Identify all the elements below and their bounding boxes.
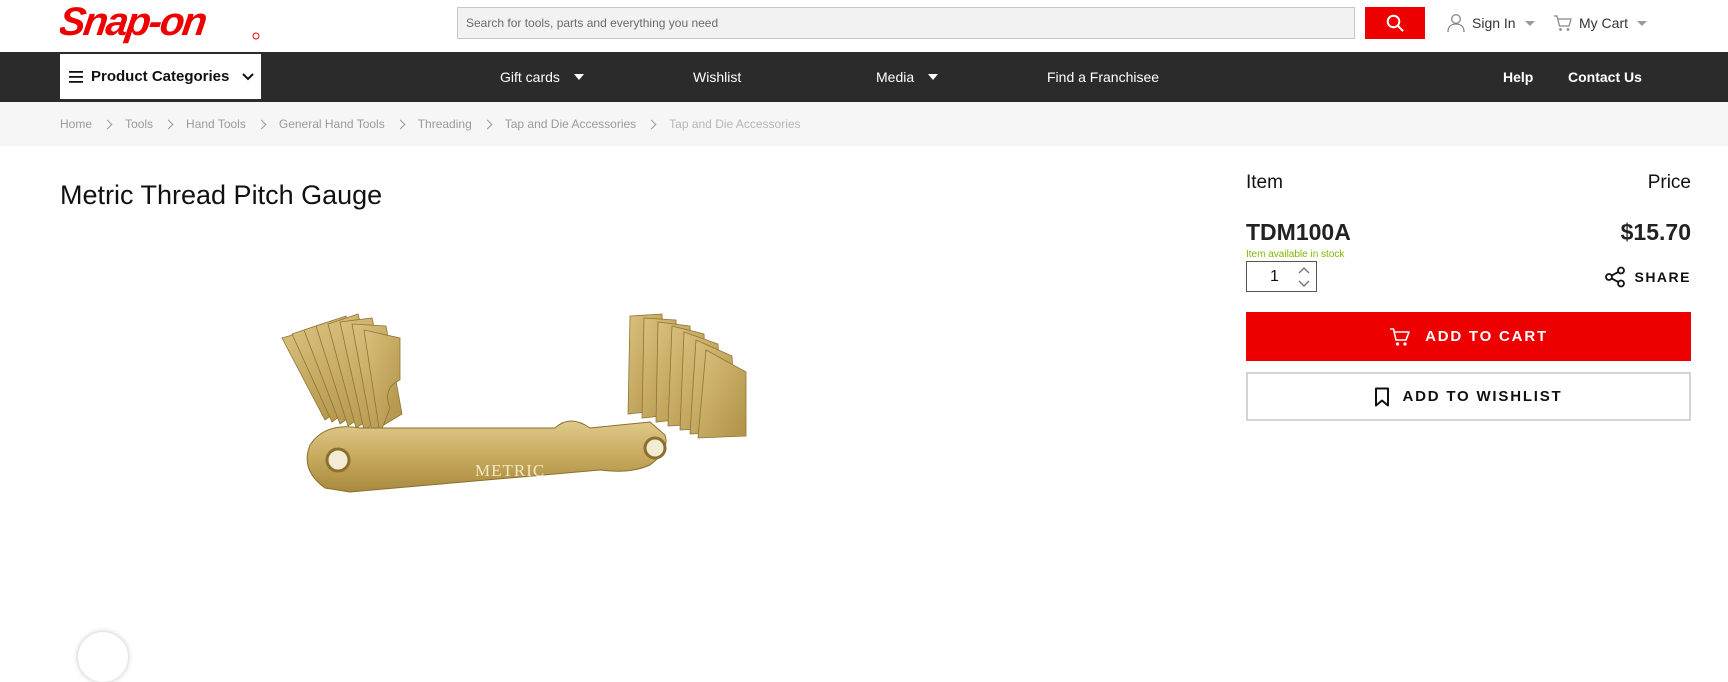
search-button[interactable]	[1365, 7, 1425, 39]
product-categories-label: Product Categories	[91, 68, 230, 85]
chevron-right-icon	[646, 119, 657, 129]
my-cart-menu[interactable]: My Cart	[1553, 12, 1647, 34]
chevron-right-icon	[256, 119, 267, 129]
breadcrumb-home[interactable]: Home	[60, 117, 92, 131]
cart-icon	[1390, 327, 1410, 346]
nav-gift-cards[interactable]: Gift cards	[500, 52, 584, 102]
logo-wordmark-icon: Snap-on	[56, 0, 260, 44]
thread-gauge-image: METRIC	[281, 313, 747, 493]
cart-label: My Cart	[1579, 15, 1628, 31]
breadcrumb-bar: Home Tools Hand Tools General Hand Tools…	[0, 102, 1728, 146]
nav-contact-us-label: Contact Us	[1568, 69, 1642, 85]
product-price: $15.70	[1620, 219, 1691, 245]
nav-media-label: Media	[876, 69, 915, 85]
image-nav-circle-button[interactable]	[78, 632, 128, 682]
hamburger-icon	[69, 70, 83, 83]
breadcrumb-general-hand-tools[interactable]: General Hand Tools	[279, 117, 385, 131]
sign-in-label: Sign In	[1472, 15, 1516, 31]
stock-status: Item available in stock	[1246, 249, 1345, 260]
snap-on-logo[interactable]: Snap-on	[56, 0, 262, 44]
nav-find-franchisee[interactable]: Find a Franchisee	[1047, 52, 1159, 102]
nav-help-label: Help	[1503, 69, 1534, 85]
price-label: Price	[1647, 172, 1691, 193]
quantity-value: 1	[1270, 268, 1279, 285]
chevron-down-icon	[573, 74, 584, 80]
item-label: Item	[1246, 172, 1283, 193]
site-header: Snap-on Sign In My Cart	[0, 0, 1728, 52]
main-nav: Product Categories Gift cards Wishlist M…	[0, 52, 1728, 102]
nav-wishlist[interactable]: Wishlist	[693, 52, 741, 102]
chevron-right-icon	[482, 119, 493, 129]
breadcrumb-current: Tap and Die Accessories	[669, 117, 801, 131]
chevron-down-icon	[928, 74, 939, 80]
stepper-arrows-icon[interactable]	[1297, 266, 1311, 288]
user-icon	[1447, 14, 1465, 33]
share-icon	[1605, 266, 1626, 288]
page-title: Metric Thread Pitch Gauge	[60, 180, 383, 210]
share-label: SHARE	[1634, 269, 1691, 285]
search-input[interactable]	[457, 7, 1355, 39]
nav-media[interactable]: Media	[876, 52, 939, 102]
nav-find-franchisee-label: Find a Franchisee	[1047, 69, 1160, 85]
nav-gift-cards-label: Gift cards	[500, 69, 560, 85]
share-button[interactable]: SHARE	[1604, 266, 1691, 288]
nav-wishlist-label: Wishlist	[693, 69, 742, 85]
chevron-right-icon	[163, 119, 174, 129]
chevron-right-icon	[102, 119, 113, 129]
add-to-cart-label: ADD TO CART	[1425, 328, 1548, 345]
chevron-down-icon	[242, 72, 255, 80]
add-to-wishlist-label: ADD TO WISHLIST	[1402, 388, 1563, 405]
breadcrumb-tools[interactable]: Tools	[125, 117, 153, 131]
add-to-cart-button[interactable]: ADD TO CART	[1246, 312, 1691, 361]
product-sku: TDM100A	[1246, 219, 1351, 245]
chevron-down-icon	[1637, 20, 1647, 26]
nav-contact-us[interactable]: Contact Us	[1568, 52, 1642, 102]
quantity-stepper[interactable]: 1	[1246, 261, 1317, 292]
search-box	[457, 7, 1355, 39]
breadcrumb-tap-die-accessories[interactable]: Tap and Die Accessories	[505, 117, 636, 131]
svg-text:Snap-on: Snap-on	[60, 2, 209, 44]
gauge-stamp-text: METRIC	[475, 461, 545, 480]
search-icon	[1386, 14, 1404, 32]
add-to-wishlist-button[interactable]: ADD TO WISHLIST	[1246, 372, 1691, 421]
cart-icon	[1554, 15, 1572, 31]
product-image[interactable]: METRIC	[270, 310, 790, 515]
nav-help[interactable]: Help	[1503, 52, 1533, 102]
chevron-right-icon	[395, 119, 406, 129]
breadcrumb-threading[interactable]: Threading	[418, 117, 472, 131]
product-categories-button[interactable]: Product Categories	[60, 54, 261, 99]
breadcrumb-hand-tools[interactable]: Hand Tools	[186, 117, 246, 131]
chevron-down-icon	[1524, 20, 1535, 26]
breadcrumb: Home Tools Hand Tools General Hand Tools…	[60, 102, 801, 146]
sign-in-menu[interactable]: Sign In	[1446, 12, 1535, 34]
bookmark-icon	[1375, 387, 1390, 406]
